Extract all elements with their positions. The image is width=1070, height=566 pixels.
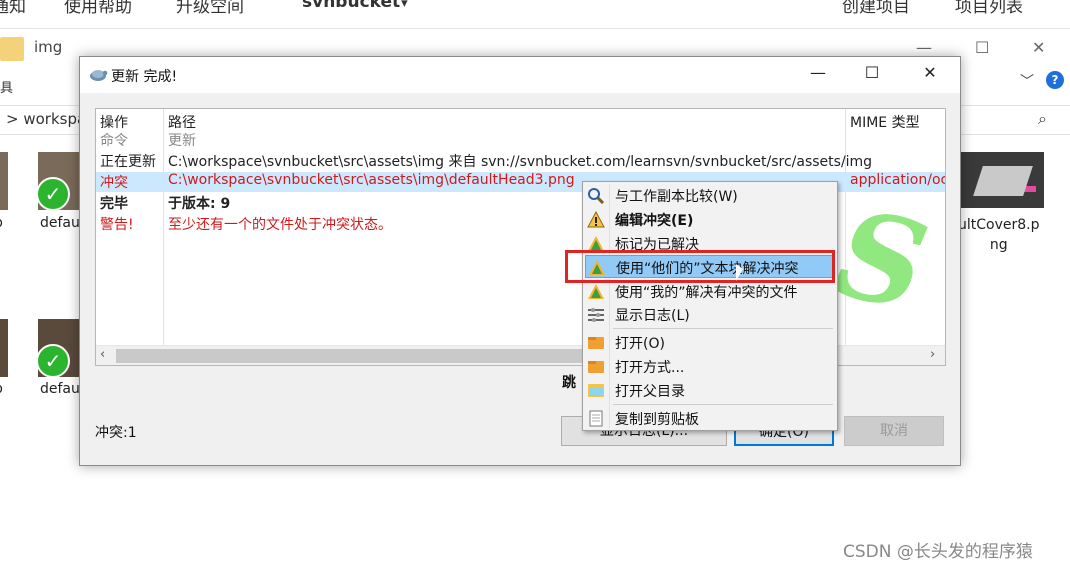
menu-item-copy-to-clipboard[interactable]: 复制到剪贴板: [585, 407, 835, 430]
file-thumbnail[interactable]: [0, 319, 8, 377]
checkmark-overlay-icon: ✓: [36, 344, 70, 378]
mouse-cursor-icon: [735, 263, 744, 283]
conflicts-count: 冲突:1: [95, 425, 137, 441]
row-path: 于版本: 9: [168, 196, 231, 212]
column-header-action[interactable]: 操作: [100, 112, 128, 132]
clipboard-icon: [589, 410, 603, 427]
dialog-titlebar: 更新 完成! — ☐ ✕: [80, 57, 960, 93]
csdn-watermark: CSDN @长头发的程序猿: [843, 542, 1033, 562]
topbar-link-notice[interactable]: 通知: [0, 0, 26, 17]
row-path: C:\workspace\svnbucket\src\assets\img\de…: [168, 172, 575, 188]
menu-item-compare-wc[interactable]: 与工作副本比较(W): [585, 184, 835, 207]
resolve-mine-icon: [588, 284, 604, 299]
scroll-right-icon[interactable]: ›: [930, 347, 935, 362]
table-row[interactable]: 正在更新 C:\workspace\svnbucket\src\assets\i…: [96, 151, 945, 171]
skip-label: 跳: [562, 375, 576, 391]
cancel-button[interactable]: 取消: [844, 416, 944, 446]
row-action: 命令: [100, 133, 128, 149]
file-name[interactable]: ultCover8.p ng: [958, 215, 1040, 255]
topbar-link-project-list[interactable]: 项目列表: [955, 0, 1023, 17]
minimize-icon[interactable]: —: [803, 63, 833, 82]
search-icon[interactable]: ⌕: [1038, 109, 1047, 129]
log-icon: [588, 308, 604, 322]
file-name[interactable]: defau: [40, 215, 80, 231]
dialog-title: 更新 完成!: [111, 69, 178, 85]
open-with-icon: [588, 361, 604, 373]
checkmark-overlay-icon: ✓: [36, 177, 70, 211]
scroll-left-icon[interactable]: ‹: [100, 347, 105, 362]
open-icon: [588, 337, 604, 349]
file-name[interactable]: defau: [40, 381, 80, 397]
folder-icon: [0, 37, 24, 61]
topbar-link-help[interactable]: 使用帮助: [64, 0, 132, 17]
magnifier-icon: [588, 188, 605, 204]
menu-separator: [613, 328, 833, 329]
row-path: C:\workspace\svnbucket\src\assets\img 来自…: [168, 154, 873, 170]
tortoise-icon: [90, 70, 108, 81]
topbar-link-upgrade[interactable]: 升级空间: [176, 0, 244, 17]
close-icon[interactable]: ✕: [1032, 38, 1045, 57]
warning-icon: [587, 211, 605, 228]
menu-item-open-parent-folder[interactable]: 打开父目录: [585, 379, 835, 402]
minimize-icon[interactable]: —: [916, 38, 932, 57]
chevron-down-icon[interactable]: ﹀: [1020, 71, 1034, 91]
menu-item-open-with[interactable]: 打开方式...: [585, 355, 835, 378]
file-thumbnail[interactable]: [960, 152, 1044, 208]
folder-icon: [588, 384, 604, 397]
menu-separator: [613, 404, 833, 405]
row-action: 正在更新: [100, 154, 156, 170]
menu-item-resolve-mine[interactable]: 使用“我的”解决有冲突的文件: [585, 280, 835, 303]
row-path: 至少还有一个的文件处于冲突状态。: [168, 217, 392, 233]
table-row[interactable]: 命令 更新: [96, 130, 945, 150]
explorer-title: img: [34, 38, 63, 56]
context-menu: 与工作副本比较(W) 编辑冲突(E) 标记为已解决 使用“他们的”文本块解决冲突…: [582, 181, 838, 431]
close-icon[interactable]: ✕: [915, 63, 945, 82]
maximize-icon[interactable]: ☐: [857, 63, 887, 82]
row-action: 冲突: [100, 175, 128, 191]
column-header-path[interactable]: 路径: [168, 112, 196, 132]
topbar-link-create-project[interactable]: 创建项目: [842, 0, 910, 17]
maximize-icon[interactable]: ☐: [975, 38, 989, 57]
help-icon[interactable]: ?: [1046, 71, 1064, 89]
row-action: 警告!: [100, 217, 134, 233]
file-name[interactable]: p: [0, 381, 3, 397]
ribbon-tab-fragment[interactable]: 具: [0, 77, 13, 96]
row-path: 更新: [168, 133, 196, 149]
topbar-project-dropdown[interactable]: svnbucket: [302, 0, 408, 12]
annotation-highlight-box: [565, 250, 835, 283]
menu-item-edit-conflicts[interactable]: 编辑冲突(E): [585, 208, 835, 231]
row-action: 完毕: [100, 196, 128, 212]
screen: { "topbar": { "items": ["通知", "使用帮助", "升…: [0, 0, 1070, 566]
file-name[interactable]: p: [0, 215, 3, 231]
column-header-mime[interactable]: MIME 类型: [850, 112, 920, 132]
file-thumbnail[interactable]: [0, 152, 8, 210]
menu-item-open[interactable]: 打开(O): [585, 331, 835, 354]
web-topbar: 通知 使用帮助 升级空间 svnbucket 创建项目 项目列表: [0, 0, 1070, 28]
menu-item-show-log[interactable]: 显示日志(L): [585, 303, 835, 326]
